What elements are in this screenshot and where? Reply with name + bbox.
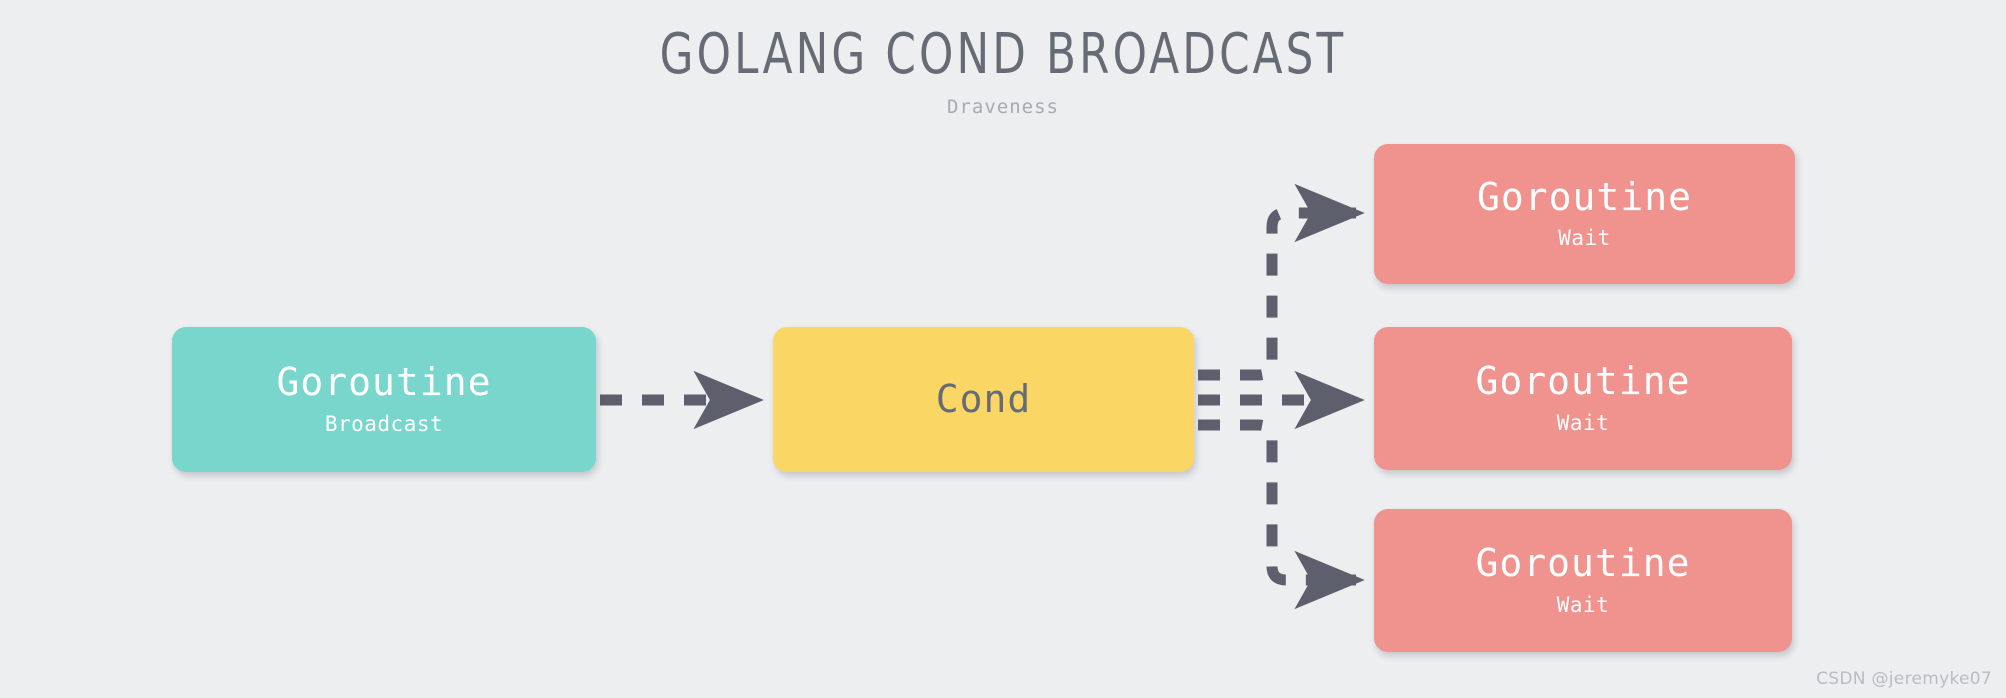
node-goroutine-wait-2[interactable]: Goroutine Wait <box>1374 327 1792 470</box>
node-title: Goroutine <box>276 360 492 405</box>
node-subtitle: Broadcast <box>324 411 444 436</box>
node-goroutine-wait-1[interactable]: Goroutine Wait <box>1374 144 1795 284</box>
page-title: GOLANG COND BROADCAST <box>659 22 1347 87</box>
edge-cond-to-wait-3 <box>1198 419 1365 610</box>
node-title: Goroutine <box>1475 359 1691 404</box>
node-subtitle: Wait <box>1558 226 1611 251</box>
page-subtitle: Draveness <box>947 96 1059 118</box>
node-title: Goroutine <box>1475 541 1691 586</box>
watermark: CSDN @jeremyke07 <box>1816 669 1992 689</box>
node-title: Cond <box>935 376 1032 421</box>
node-goroutine-broadcast[interactable]: Goroutine Broadcast <box>172 327 596 472</box>
edge-cond-to-wait-1 <box>1198 183 1365 381</box>
node-goroutine-wait-3[interactable]: Goroutine Wait <box>1374 509 1792 652</box>
node-cond[interactable]: Cond <box>773 327 1194 472</box>
diagram-canvas: GOLANG COND BROADCAST Draveness Goroutin… <box>0 0 2006 698</box>
node-subtitle: Wait <box>1556 410 1610 435</box>
node-subtitle: Wait <box>1556 592 1610 617</box>
node-title: Goroutine <box>1477 174 1692 219</box>
